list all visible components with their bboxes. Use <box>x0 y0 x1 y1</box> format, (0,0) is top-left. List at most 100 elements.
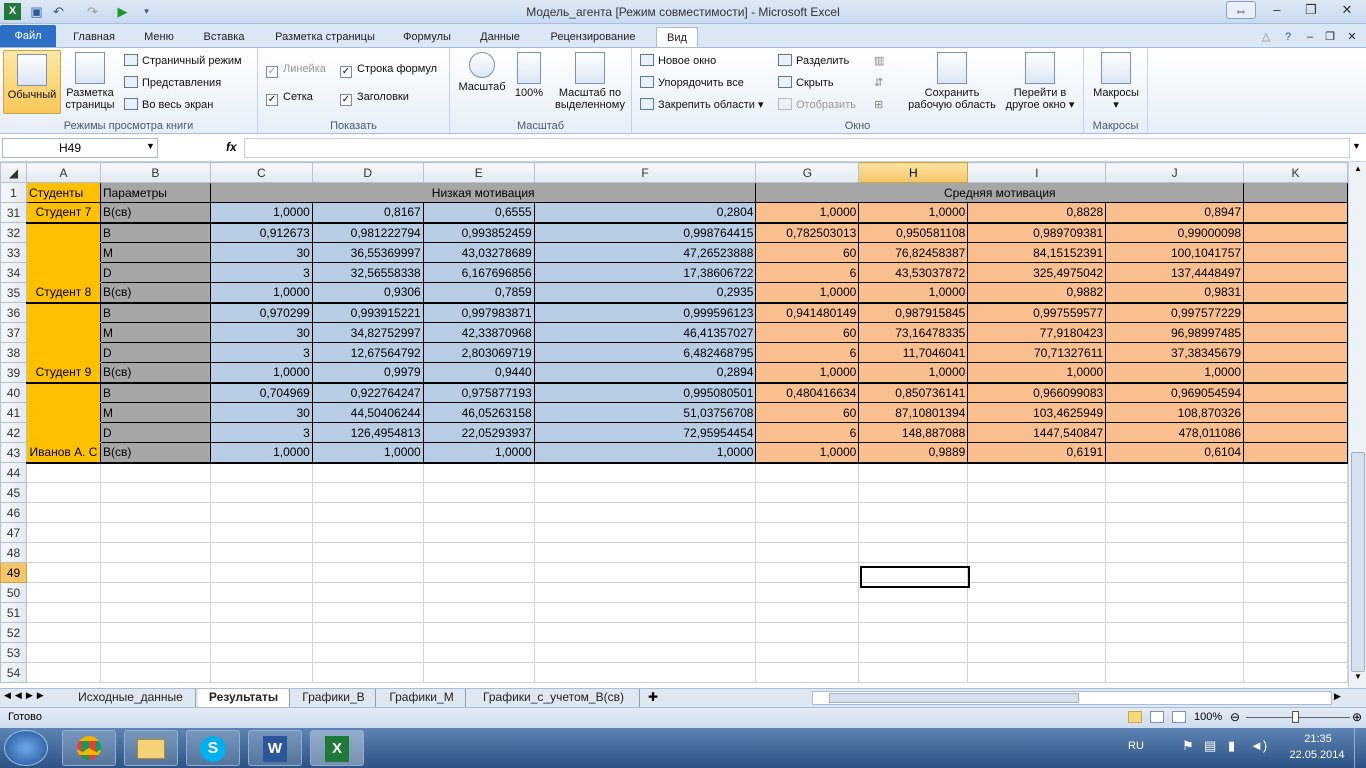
cell[interactable] <box>99 462 211 483</box>
cell-mid[interactable]: 325,4975042 <box>967 262 1107 283</box>
cell[interactable] <box>422 502 535 523</box>
cell[interactable] <box>755 622 860 643</box>
cell-low[interactable]: 0,2935 <box>533 282 757 304</box>
cell[interactable] <box>422 662 535 683</box>
cell[interactable] <box>1243 342 1348 363</box>
cell-low[interactable]: 0,998764415 <box>533 222 757 243</box>
cell-low[interactable]: 1,0000 <box>311 442 424 464</box>
save-workspace-button[interactable]: Сохранить рабочую область <box>904 52 1000 111</box>
language-indicator[interactable]: RU <box>1128 740 1144 752</box>
cell-mid[interactable]: 70,71327611 <box>967 342 1107 363</box>
name-box[interactable]: H49 <box>2 138 158 158</box>
cell-low[interactable]: 1,0000 <box>209 362 313 384</box>
namebox-dropdown-icon[interactable]: ▼ <box>146 141 155 151</box>
cell[interactable] <box>858 662 969 683</box>
cell-mid[interactable]: 0,941480149 <box>755 302 860 323</box>
cell[interactable] <box>209 662 313 683</box>
cell-low[interactable]: 0,704969 <box>209 382 313 403</box>
cell-mid[interactable]: 60 <box>755 242 860 263</box>
tab-home[interactable]: Главная <box>66 27 122 48</box>
worksheet-grid[interactable]: ◢ A B C D E F G H I J K 1 Студенты Парам… <box>0 162 1348 688</box>
cell-mid[interactable]: 0,989709381 <box>967 222 1107 243</box>
hscroll-thumb[interactable] <box>829 693 1079 703</box>
cell[interactable] <box>422 462 535 483</box>
cell-low[interactable]: 1,0000 <box>533 442 757 464</box>
column-header[interactable]: G <box>755 162 860 183</box>
new-window-button[interactable]: Новое окно <box>640 52 716 70</box>
cell[interactable] <box>1105 462 1245 483</box>
cell[interactable] <box>25 542 101 563</box>
row-header[interactable]: 38 <box>0 342 27 363</box>
cell-mid[interactable]: 60 <box>755 322 860 343</box>
page-break-view-button[interactable]: Страничный режим <box>124 52 242 70</box>
full-screen-button[interactable]: Во весь экран <box>124 96 213 114</box>
cell-low[interactable]: 17,38606722 <box>533 262 757 283</box>
cell-mid[interactable]: 0,850736141 <box>858 382 969 403</box>
cell[interactable] <box>1243 562 1348 583</box>
close-icon[interactable]: ✕ <box>1330 1 1364 19</box>
sheet-tab-active[interactable]: Результаты <box>198 689 290 707</box>
cell-low[interactable]: 0,9306 <box>311 282 424 304</box>
cell[interactable] <box>1243 242 1348 263</box>
cell-low[interactable]: 30 <box>209 242 313 263</box>
sheet-tab[interactable]: Графики_М <box>378 689 466 707</box>
cell[interactable] <box>25 602 101 623</box>
cell[interactable] <box>1105 482 1245 503</box>
split-button[interactable]: Разделить <box>778 52 849 70</box>
cell[interactable] <box>99 622 211 643</box>
row-header[interactable]: 47 <box>0 522 27 543</box>
cell[interactable] <box>858 542 969 563</box>
cell[interactable] <box>1243 382 1348 403</box>
column-header[interactable]: C <box>209 162 313 183</box>
cell-mid[interactable]: 0,987915845 <box>858 302 969 323</box>
tab-page-layout[interactable]: Разметка страницы <box>264 27 386 48</box>
cell-parameter[interactable]: B(св) <box>99 202 211 224</box>
restore-icon[interactable]: ❐ <box>1296 1 1326 19</box>
show-desktop-button[interactable] <box>1354 728 1366 768</box>
cell[interactable] <box>1243 622 1348 643</box>
cell[interactable] <box>1105 662 1245 683</box>
cell-mid[interactable]: 478,011086 <box>1105 422 1245 443</box>
cell[interactable] <box>1243 442 1348 464</box>
cell-mid[interactable]: 43,53037872 <box>858 262 969 283</box>
cell[interactable] <box>1243 542 1348 563</box>
cell[interactable] <box>99 642 211 663</box>
cell-mid[interactable]: 1,0000 <box>967 362 1107 384</box>
excel-taskbar-icon[interactable]: X <box>310 730 364 766</box>
clock-time[interactable]: 21:35 <box>1292 733 1344 745</box>
row-header[interactable]: 43 <box>0 442 27 463</box>
cell-low[interactable]: 46,05263158 <box>422 402 535 423</box>
row-header[interactable]: 35 <box>0 282 27 303</box>
cell-student[interactable] <box>25 342 101 363</box>
scroll-thumb[interactable] <box>1351 452 1365 672</box>
cell-mid[interactable]: 77,9180423 <box>967 322 1107 343</box>
cell[interactable] <box>1243 502 1348 523</box>
row-header[interactable]: 36 <box>0 302 27 323</box>
cell[interactable] <box>99 582 211 603</box>
cell[interactable]: Студенты <box>25 182 101 203</box>
cell-low[interactable]: 3 <box>209 262 313 283</box>
cell-low[interactable]: 72,95954454 <box>533 422 757 443</box>
cell[interactable] <box>1243 422 1348 443</box>
tab-insert[interactable]: Вставка <box>194 27 254 48</box>
cell-low[interactable]: 0,997983871 <box>422 302 535 323</box>
cell-student[interactable]: Иванов А. С <box>25 442 101 464</box>
cell-student[interactable] <box>25 262 101 283</box>
cell-mid[interactable]: 11,7046041 <box>858 342 969 363</box>
sheet-nav-icon[interactable]: ◀◀▶▶ <box>4 690 48 701</box>
cell[interactable] <box>311 562 424 583</box>
cell-low[interactable]: 0,6555 <box>422 202 535 224</box>
cell[interactable] <box>25 562 101 583</box>
cell[interactable] <box>99 502 211 523</box>
cell[interactable] <box>209 562 313 583</box>
cell[interactable] <box>1243 662 1348 683</box>
cell-student[interactable] <box>25 242 101 263</box>
row-header[interactable]: 31 <box>0 202 27 223</box>
cell-mid[interactable]: 37,38345679 <box>1105 342 1245 363</box>
scroll-right-icon[interactable]: ▶ <box>1334 691 1341 702</box>
cell-student[interactable] <box>25 382 101 403</box>
cell[interactable] <box>1105 642 1245 663</box>
cell[interactable] <box>1105 622 1245 643</box>
row-header[interactable]: 48 <box>0 542 27 563</box>
cell[interactable] <box>209 622 313 643</box>
